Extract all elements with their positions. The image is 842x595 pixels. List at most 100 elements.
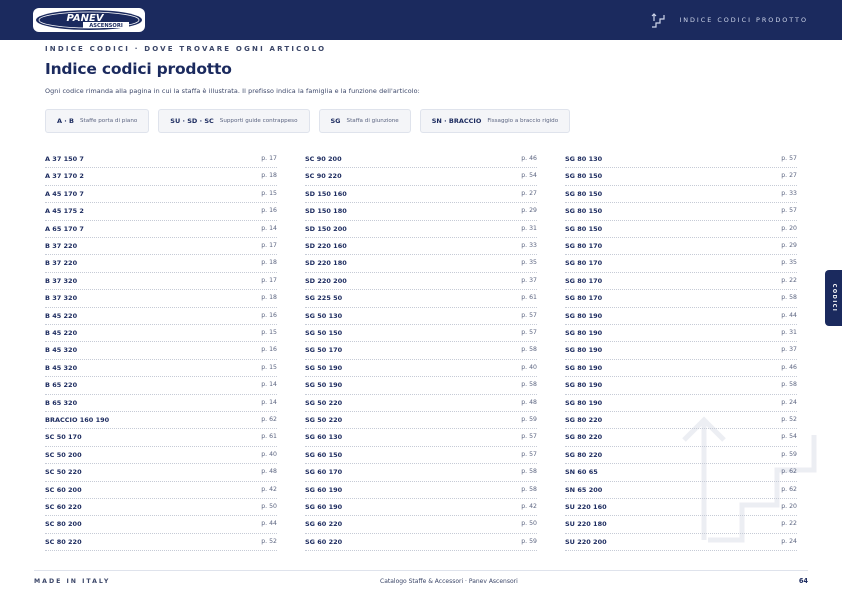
page-reference: p. 58 bbox=[521, 485, 537, 493]
page-reference: p. 37 bbox=[521, 276, 537, 284]
product-code: SG 80 190 bbox=[565, 346, 603, 355]
index-row[interactable]: SG 60 190 p. 58 bbox=[305, 482, 537, 499]
index-row[interactable]: SC 60 220 p. 50 bbox=[45, 499, 277, 517]
side-tab-codici[interactable]: CODICI bbox=[825, 270, 842, 326]
index-row[interactable]: SC 80 200 p. 44 bbox=[45, 516, 277, 534]
index-row[interactable]: SG 80 220 p. 54 bbox=[565, 429, 797, 447]
index-row[interactable]: SC 50 200 p. 40 bbox=[45, 447, 277, 465]
product-code: SG 80 150 bbox=[565, 207, 603, 216]
product-code: SG 60 220 bbox=[305, 520, 343, 529]
product-code: B 37 220 bbox=[45, 259, 78, 268]
product-code: SG 50 150 bbox=[305, 329, 343, 337]
index-row[interactable]: B 37 220 p. 17 bbox=[45, 238, 277, 256]
index-row[interactable]: SU 220 180 p. 22 bbox=[565, 516, 797, 534]
index-row[interactable]: SG 50 220 p. 59 bbox=[305, 412, 537, 430]
page-reference: p. 24 bbox=[781, 398, 797, 406]
index-row[interactable]: SC 60 200 p. 42 bbox=[45, 482, 277, 499]
index-row[interactable]: B 65 320 p. 14 bbox=[45, 395, 277, 412]
index-row[interactable]: SN 60 65 p. 62 bbox=[565, 464, 797, 482]
index-row[interactable]: SG 60 190 p. 42 bbox=[305, 499, 537, 517]
page-reference: p. 58 bbox=[521, 346, 537, 354]
index-row[interactable]: SD 150 160 p. 27 bbox=[305, 186, 537, 204]
index-row[interactable]: SG 80 150 p. 33 bbox=[565, 186, 797, 204]
index-row[interactable]: B 37 220 p. 18 bbox=[45, 255, 277, 273]
index-row[interactable]: SC 80 220 p. 52 bbox=[45, 534, 277, 552]
stairs-arrow-icon bbox=[651, 13, 665, 28]
index-row[interactable]: SG 60 150 p. 57 bbox=[305, 447, 537, 465]
index-row[interactable]: SC 90 200 p. 46 bbox=[305, 151, 537, 169]
index-row[interactable]: SG 80 150 p. 27 bbox=[565, 168, 797, 186]
page-reference: p. 40 bbox=[521, 363, 537, 371]
page-reference: p. 58 bbox=[781, 381, 797, 389]
index-row[interactable]: SG 80 150 p. 20 bbox=[565, 221, 797, 238]
page-reference: p. 22 bbox=[781, 276, 797, 284]
index-row[interactable]: SN 65 200 p. 62 bbox=[565, 482, 797, 499]
index-row[interactable]: SG 80 130 p. 57 bbox=[565, 151, 797, 169]
page-reference: p. 44 bbox=[781, 311, 797, 319]
index-row[interactable]: SG 60 220 p. 50 bbox=[305, 516, 537, 534]
index-row[interactable]: SG 50 170 p. 58 bbox=[305, 342, 537, 360]
index-row[interactable]: B 45 320 p. 15 bbox=[45, 360, 277, 378]
index-row[interactable]: A 45 175 2 p. 16 bbox=[45, 203, 277, 221]
index-row[interactable]: B 45 320 p. 16 bbox=[45, 342, 277, 360]
index-row[interactable]: B 65 220 p. 14 bbox=[45, 377, 277, 395]
page-reference: p. 57 bbox=[781, 207, 797, 215]
index-row[interactable]: SG 50 130 p. 57 bbox=[305, 308, 537, 325]
index-row[interactable]: SC 90 220 p. 54 bbox=[305, 168, 537, 186]
index-row[interactable]: SG 80 190 p. 44 bbox=[565, 308, 797, 325]
brand-logo[interactable]: PANEV ASCENSORI bbox=[33, 8, 145, 32]
index-row[interactable]: SG 80 170 p. 29 bbox=[565, 238, 797, 256]
index-row[interactable]: A 37 150 7 p. 17 bbox=[45, 151, 277, 169]
index-row[interactable]: SG 80 190 p. 58 bbox=[565, 377, 797, 395]
index-row[interactable]: SG 60 220 p. 59 bbox=[305, 534, 537, 552]
index-row[interactable]: SG 80 170 p. 22 bbox=[565, 273, 797, 291]
index-row[interactable]: SD 220 200 p. 37 bbox=[305, 273, 537, 291]
index-row[interactable]: SC 50 220 p. 48 bbox=[45, 464, 277, 482]
product-code: SG 80 170 bbox=[565, 259, 603, 268]
index-row[interactable]: SG 50 150 p. 57 bbox=[305, 325, 537, 343]
product-code: SG 60 150 bbox=[305, 450, 343, 459]
index-row[interactable]: A 37 170 2 p. 18 bbox=[45, 168, 277, 186]
product-code: SD 150 160 bbox=[305, 189, 347, 198]
index-row[interactable]: SG 80 190 p. 46 bbox=[565, 360, 797, 378]
index-row[interactable]: SG 50 190 p. 40 bbox=[305, 360, 537, 378]
index-row[interactable]: A 65 170 7 p. 14 bbox=[45, 221, 277, 238]
index-row[interactable]: SD 150 180 p. 29 bbox=[305, 203, 537, 221]
page-reference: p. 44 bbox=[261, 520, 277, 528]
index-row[interactable]: SG 80 170 p. 35 bbox=[565, 255, 797, 273]
index-row[interactable]: SG 80 150 p. 57 bbox=[565, 203, 797, 221]
index-row[interactable]: SU 220 200 p. 24 bbox=[565, 534, 797, 552]
index-row[interactable]: SG 50 190 p. 58 bbox=[305, 377, 537, 395]
index-row[interactable]: SC 50 170 p. 61 bbox=[45, 429, 277, 447]
product-code: B 45 320 bbox=[45, 346, 78, 355]
page-reference: p. 16 bbox=[261, 311, 277, 319]
index-row[interactable]: SG 225 50 p. 61 bbox=[305, 290, 537, 308]
index-row[interactable]: SG 80 190 p. 31 bbox=[565, 325, 797, 343]
index-row[interactable]: SG 60 170 p. 58 bbox=[305, 464, 537, 482]
index-row[interactable]: SG 80 190 p. 37 bbox=[565, 342, 797, 360]
index-row[interactable]: SG 80 220 p. 59 bbox=[565, 447, 797, 465]
product-code: SC 90 220 bbox=[305, 172, 342, 181]
index-row[interactable]: SG 80 170 p. 58 bbox=[565, 290, 797, 308]
product-code: SN 60 65 bbox=[565, 468, 598, 477]
page-reference: p. 15 bbox=[261, 329, 277, 336]
index-row[interactable]: B 45 220 p. 16 bbox=[45, 308, 277, 325]
index-row[interactable]: SU 220 160 p. 20 bbox=[565, 499, 797, 517]
product-code: SD 150 200 bbox=[305, 224, 347, 233]
index-row[interactable]: B 45 220 p. 15 bbox=[45, 325, 277, 343]
index-row[interactable]: B 37 320 p. 18 bbox=[45, 290, 277, 308]
page-reference: p. 46 bbox=[521, 155, 537, 162]
index-row[interactable]: A 45 170 7 p. 15 bbox=[45, 186, 277, 204]
index-row[interactable]: BRACCIO 160 190 p. 62 bbox=[45, 412, 277, 430]
index-row[interactable]: SD 220 180 p. 35 bbox=[305, 255, 537, 273]
page-reference: p. 59 bbox=[781, 450, 797, 458]
index-row[interactable]: SD 150 200 p. 31 bbox=[305, 221, 537, 238]
index-row[interactable]: SG 80 190 p. 24 bbox=[565, 395, 797, 412]
index-row[interactable]: B 37 320 p. 17 bbox=[45, 273, 277, 291]
page-reference: p. 35 bbox=[521, 259, 537, 267]
index-row[interactable]: SG 80 220 p. 52 bbox=[565, 412, 797, 430]
index-row[interactable]: SG 60 130 p. 57 bbox=[305, 429, 537, 447]
index-row[interactable]: SD 220 160 p. 33 bbox=[305, 238, 537, 256]
page-reference: p. 58 bbox=[781, 294, 797, 302]
index-row[interactable]: SG 50 220 p. 48 bbox=[305, 395, 537, 412]
